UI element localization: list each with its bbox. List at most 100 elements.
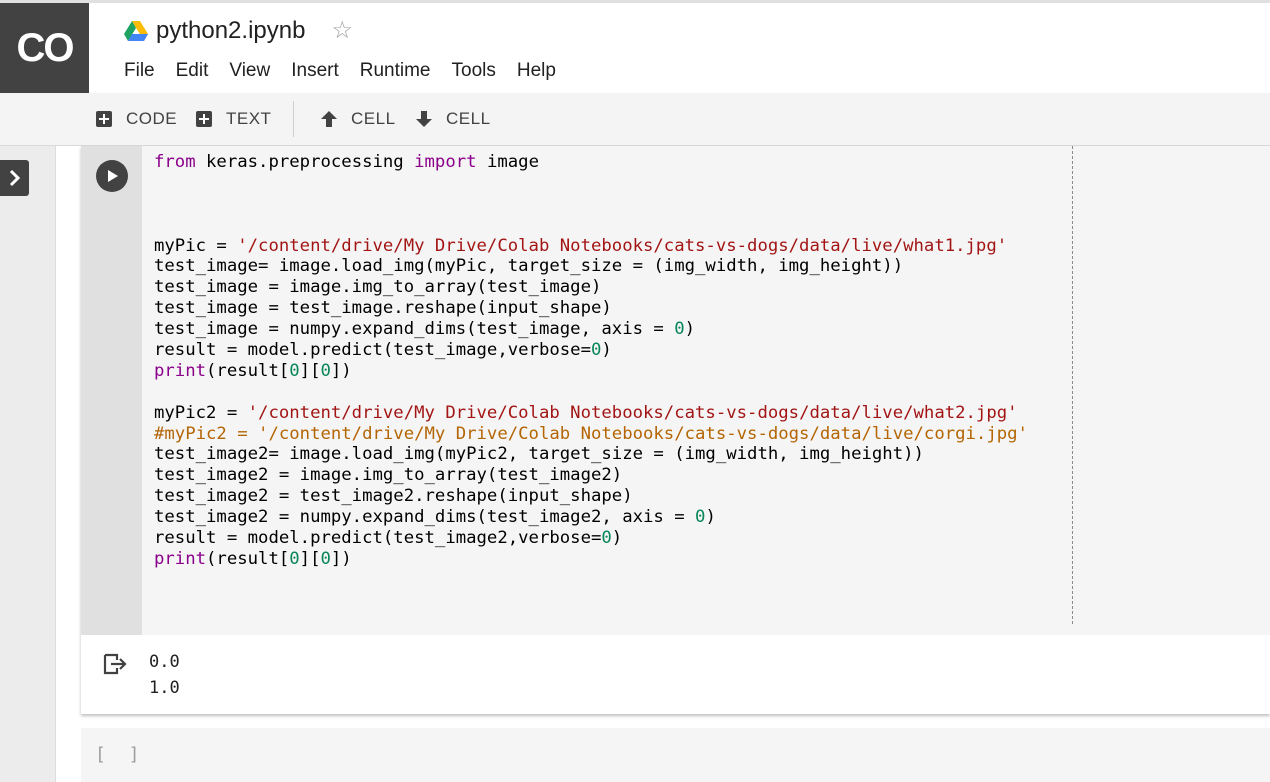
code-token: test_image2 = numpy.expand_dims(test_ima…	[154, 507, 696, 528]
code-token: test_image = test_image.reshape(input_sh…	[154, 298, 612, 319]
code-token: test_image2 = test_image2.reshape(input_…	[154, 486, 633, 507]
code-line: test_image2 = numpy.expand_dims(test_ima…	[154, 507, 1028, 528]
logo-text: CO	[16, 25, 75, 70]
cell-output: 0.0 1.0	[81, 635, 1270, 714]
play-icon	[108, 170, 118, 182]
code-token: )	[684, 319, 696, 340]
notebook-title[interactable]: python2.ipynb	[156, 17, 305, 45]
code-token: 0	[601, 528, 612, 549]
move-cell-down-button[interactable]: CELL	[414, 93, 491, 145]
menu-bar: File Edit View Insert Runtime Tools Help	[124, 60, 577, 82]
menu-edit[interactable]: Edit	[176, 60, 209, 82]
move-cell-up-button[interactable]: CELL	[319, 93, 396, 145]
add-code-button[interactable]: CODE	[96, 93, 177, 145]
output-line: 0.0	[149, 652, 180, 672]
top-border	[0, 0, 1270, 3]
code-token: test_image = numpy.expand_dims(test_imag…	[154, 319, 675, 340]
code-token: test_image2 = image.img_to_array(test_im…	[154, 465, 623, 486]
menu-file[interactable]: File	[124, 60, 155, 82]
code-token: test_image= image.load_img(myPic, target…	[154, 256, 904, 277]
code-token: image	[476, 152, 539, 172]
code-token: keras.preprocessing	[195, 152, 415, 172]
menu-view[interactable]: View	[229, 60, 270, 82]
code-token: myPic2 =	[154, 402, 248, 423]
code-cell[interactable]: from keras.preprocessing import image my…	[81, 146, 1270, 714]
code-token: result = model.predict(test_image2,verbo…	[154, 528, 602, 549]
code-token: (result[	[206, 360, 290, 381]
plus-icon	[96, 111, 112, 127]
code-line: myPic2 = '/content/drive/My Drive/Colab …	[154, 403, 1028, 424]
google-drive-icon	[124, 21, 148, 41]
code-token: import	[414, 152, 477, 172]
title-row: python2.ipynb ☆	[124, 14, 353, 48]
code-token: test_image2= image.load_img(myPic2, targ…	[154, 444, 924, 465]
cell-up-label: CELL	[351, 109, 396, 128]
code-token: '/content/drive/My Drive/Colab Notebooks…	[237, 235, 1008, 256]
code-token: 0	[674, 319, 685, 340]
execution-count-label: [ ]	[95, 744, 146, 765]
code-token: 0	[695, 507, 706, 528]
toolbar-divider	[293, 101, 294, 137]
output-icon[interactable]	[103, 653, 127, 675]
code-token: (result[	[206, 548, 290, 569]
code-token: ][	[299, 360, 321, 381]
colab-logo[interactable]: CO	[0, 3, 89, 93]
add-text-label: TEXT	[226, 109, 272, 128]
code-token: 0	[320, 548, 331, 569]
code-token: 0	[289, 360, 300, 381]
add-code-label: CODE	[126, 109, 178, 128]
code-editor[interactable]: from keras.preprocessing import image my…	[142, 146, 1270, 635]
menu-runtime[interactable]: Runtime	[360, 60, 431, 82]
left-sidebar	[0, 146, 56, 782]
arrow-up-icon	[321, 111, 337, 127]
code-line: #myPic2 = '/content/drive/My Drive/Colab…	[154, 424, 1028, 445]
output-text: 0.0 1.0	[149, 649, 180, 701]
code-token: 0	[289, 548, 300, 569]
code-token: print	[154, 548, 207, 569]
code-line: test_image2= image.load_img(myPic2, targ…	[154, 444, 1028, 465]
code-token: test_image = image.img_to_array(test_ima…	[154, 277, 602, 298]
code-token: ])	[330, 548, 352, 569]
code-token: myPic =	[154, 235, 238, 256]
arrow-down-icon	[416, 111, 432, 127]
code-text[interactable]: from keras.preprocessing import image my…	[154, 152, 1028, 570]
code-line: test_image = numpy.expand_dims(test_imag…	[154, 319, 1028, 340]
code-token: )	[601, 340, 612, 361]
code-token: )	[705, 507, 716, 528]
run-cell-button[interactable]	[96, 160, 128, 192]
menu-insert[interactable]: Insert	[291, 60, 339, 82]
cell-gutter	[81, 146, 142, 635]
menu-help[interactable]: Help	[517, 60, 556, 82]
code-line: test_image = test_image.reshape(input_sh…	[154, 298, 1028, 319]
code-line: test_image2 = image.img_to_array(test_im…	[154, 465, 1028, 486]
toolbar: CODE TEXT CELL CELL	[0, 93, 1270, 146]
code-line: test_image = image.img_to_array(test_ima…	[154, 277, 1028, 298]
empty-code-cell[interactable]: [ ]	[81, 728, 1270, 782]
sidebar-toggle-button[interactable]	[0, 160, 29, 196]
code-line: test_image2 = test_image2.reshape(input_…	[154, 486, 1028, 507]
code-line: result = model.predict(test_image2,verbo…	[154, 528, 1028, 549]
line-length-ruler	[1072, 146, 1073, 624]
menu-tools[interactable]: Tools	[452, 60, 496, 82]
code-token: '/content/drive/My Drive/Colab Notebooks…	[247, 402, 1018, 423]
code-line: test_image= image.load_img(myPic, target…	[154, 256, 1028, 277]
chevron-right-icon	[9, 169, 20, 187]
code-token: print	[154, 360, 207, 381]
add-text-button[interactable]: TEXT	[196, 93, 271, 145]
code-token: 0	[320, 360, 331, 381]
code-line: from keras.preprocessing import image	[154, 152, 1028, 173]
code-line: myPic = '/content/drive/My Drive/Colab N…	[154, 236, 1028, 257]
code-token: ])	[330, 360, 352, 381]
code-line: print(result[0][0])	[154, 361, 1028, 382]
star-icon[interactable]: ☆	[331, 19, 353, 43]
code-token: 0	[590, 340, 602, 361]
output-line: 1.0	[149, 678, 180, 698]
code-token: from	[154, 152, 196, 172]
cell-down-label: CELL	[446, 109, 491, 128]
code-token: result = model.predict(test_image,verbos…	[154, 340, 591, 361]
code-token: ][	[299, 548, 321, 569]
